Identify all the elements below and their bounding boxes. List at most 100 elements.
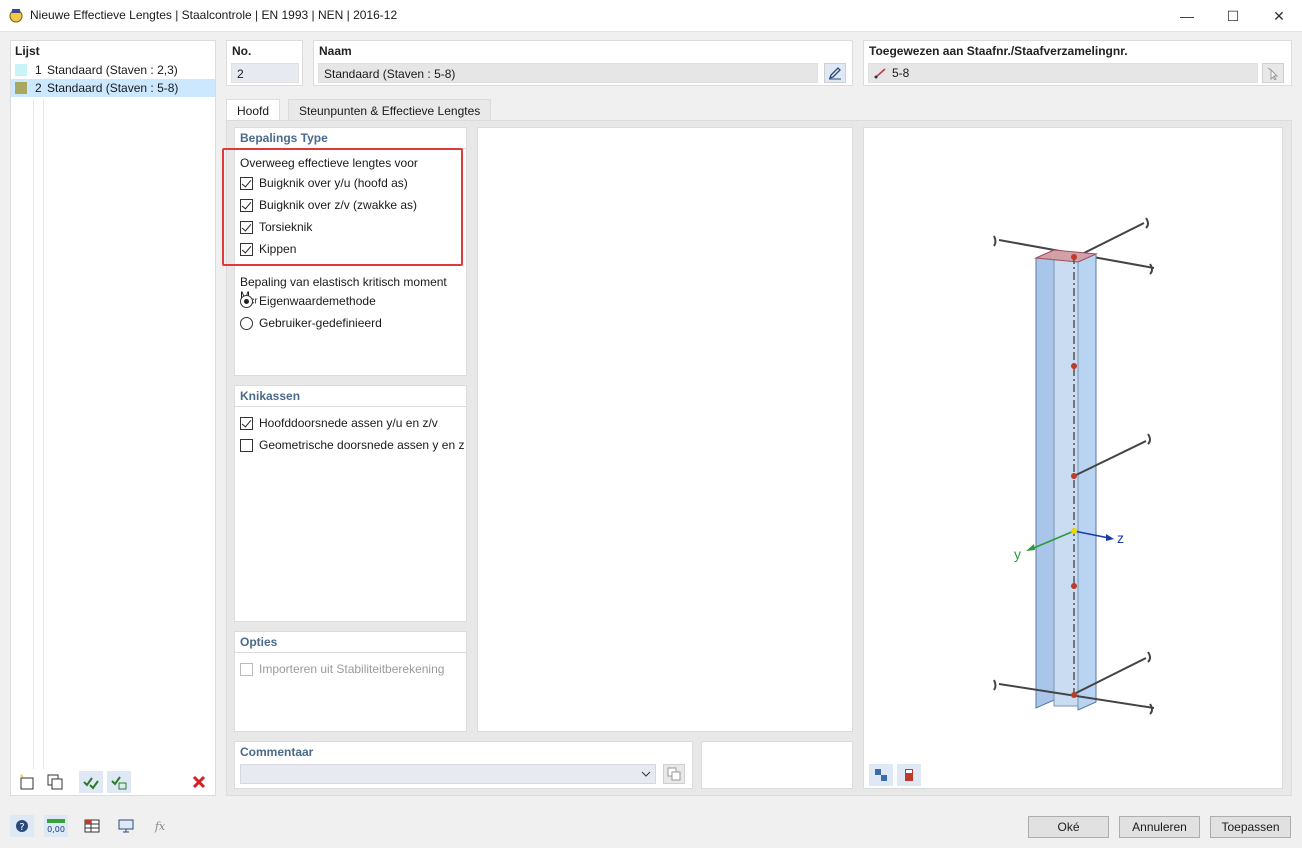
assigned-panel: Toegewezen aan Staafnr./Staafverzameling… — [863, 40, 1292, 86]
svg-text:fx: fx — [154, 820, 166, 833]
copy-icon — [667, 767, 681, 781]
column-graphic — [993, 217, 1155, 715]
name-panel: Naam Standaard (Staven : 5-8) — [313, 40, 853, 86]
number-panel: No. 2 — [226, 40, 303, 86]
help-button[interactable]: ? — [10, 815, 34, 837]
units-icon: 0,00 — [47, 819, 65, 834]
app-icon — [8, 7, 24, 23]
table-icon — [84, 819, 100, 833]
check-geometrische[interactable]: Geometrische doorsnede assen y en z — [240, 434, 464, 456]
ok-button[interactable]: Oké — [1028, 816, 1109, 838]
formula-button[interactable]: fx — [148, 815, 172, 837]
list-item-label: Standaard (Staven : 2,3) — [47, 63, 178, 77]
divider — [235, 652, 466, 653]
name-field[interactable]: Standaard (Staven : 5-8) — [318, 63, 818, 83]
select-members-button[interactable] — [1262, 63, 1284, 83]
copy-icon — [47, 774, 63, 790]
view-options-button[interactable] — [869, 764, 893, 786]
view-options-icon — [875, 769, 887, 781]
assigned-label: Toegewezen aan Staafnr./Staafverzameling… — [869, 44, 1128, 58]
tree-line — [33, 99, 34, 769]
number-field[interactable]: 2 — [231, 63, 299, 83]
check-all-button[interactable] — [79, 771, 103, 793]
radio-eigenwaarde[interactable]: Eigenwaardemethode — [240, 290, 376, 312]
checkbox[interactable] — [240, 438, 253, 452]
radio-gebruiker[interactable]: Gebruiker-gedefinieerd — [240, 312, 382, 334]
comment-dropdown[interactable] — [240, 764, 656, 784]
comment-copy-button[interactable] — [663, 764, 685, 784]
list-header: Lijst — [15, 44, 40, 58]
list-item-1[interactable]: 1 Standaard (Staven : 2,3) — [11, 61, 215, 79]
new-item-icon — [20, 774, 34, 790]
maximize-button[interactable]: ☐ — [1210, 0, 1256, 32]
radio-label: Gebruiker-gedefinieerd — [259, 316, 382, 330]
tab-label: Steunpunten & Effectieve Lengtes — [299, 104, 481, 118]
cursor-select-icon — [1267, 67, 1279, 80]
assigned-value: 5-8 — [892, 66, 910, 80]
minimize-icon: — — [1180, 8, 1194, 24]
units-button[interactable]: 0,00 — [44, 815, 68, 837]
maximize-icon: ☐ — [1226, 7, 1240, 24]
color-swatch — [15, 82, 27, 94]
list-item-number: 2 — [35, 81, 42, 95]
toggle-check-button[interactable] — [107, 771, 131, 793]
formula-icon: fx — [154, 820, 166, 833]
opties-section: Opties Importeren uit Stabiliteitbereken… — [234, 631, 467, 732]
minimize-button[interactable]: — — [1164, 0, 1210, 32]
copy-item-button[interactable] — [43, 771, 67, 793]
assigned-field[interactable]: 5-8 — [868, 63, 1258, 83]
list-item-2[interactable]: 2 Standaard (Staven : 5-8) — [11, 79, 215, 97]
knikassen-section: Knikassen Hoofddoorsnede assen y/u en z/… — [234, 385, 467, 622]
delete-icon — [192, 775, 206, 789]
y-axis-label: y — [1014, 546, 1021, 562]
tab-label: Hoofd — [237, 104, 270, 118]
radio-label: Eigenwaardemethode — [259, 294, 376, 308]
checkbox[interactable] — [240, 416, 253, 430]
checkbox-label: Hoofddoorsnede assen y/u en z/v — [259, 416, 438, 430]
list-item-label: Standaard (Staven : 5-8) — [47, 81, 179, 95]
tab-steunpunten[interactable]: Steunpunten & Effectieve Lengtes — [288, 99, 492, 121]
check-all-icon — [83, 777, 99, 790]
delete-button[interactable] — [187, 771, 211, 793]
svg-text:0,00: 0,00 — [47, 825, 65, 834]
list-item-number: 1 — [35, 63, 42, 77]
display-button[interactable] — [114, 815, 138, 837]
checkbox[interactable] — [240, 662, 253, 676]
middle-panel — [477, 127, 853, 732]
member-icon — [874, 68, 886, 79]
svg-text:?: ? — [19, 822, 24, 833]
edit-name-button[interactable] — [824, 63, 846, 83]
new-item-button[interactable] — [15, 771, 39, 793]
render-icon — [905, 769, 913, 781]
knikassen-header: Knikassen — [240, 389, 301, 403]
radio-button[interactable] — [240, 294, 253, 308]
render-button[interactable] — [897, 764, 921, 786]
chevron-down-icon — [641, 771, 651, 777]
color-swatch — [15, 64, 27, 76]
cancel-button[interactable]: Annuleren — [1119, 816, 1200, 838]
checkbox-label: Geometrische doorsnede assen y en z — [259, 438, 465, 452]
bepalings-header: Bepalings Type — [240, 131, 328, 145]
graphic-panel: y z — [863, 127, 1283, 789]
radio-button[interactable] — [240, 316, 253, 330]
check-hoofddoorsnede[interactable]: Hoofddoorsnede assen y/u en z/v — [240, 412, 438, 434]
check-importeren[interactable]: Importeren uit Stabiliteitberekening — [240, 658, 444, 680]
highlight-box — [222, 148, 463, 266]
tree-line — [43, 99, 44, 769]
name-label: Naam — [319, 44, 352, 58]
toggle-check-icon — [111, 776, 127, 790]
checkbox-label: Importeren uit Stabiliteitberekening — [259, 662, 445, 676]
window-title: Nieuwe Effectieve Lengtes | Staalcontrol… — [30, 8, 398, 22]
close-icon: ✕ — [1273, 7, 1285, 24]
monitor-icon — [118, 819, 134, 833]
commentaar-section: Commentaar — [234, 741, 693, 789]
close-button[interactable]: ✕ — [1256, 0, 1302, 32]
tab-hoofd[interactable]: Hoofd — [226, 99, 281, 121]
table-button[interactable] — [80, 815, 104, 837]
pencil-icon — [828, 67, 841, 80]
list-panel: Lijst 1 Standaard (Staven : 2,3) 2 Stand… — [10, 40, 216, 796]
divider — [235, 406, 466, 407]
title-bar: Nieuwe Effectieve Lengtes | Staalcontrol… — [0, 0, 1302, 32]
apply-button[interactable]: Toepassen — [1210, 816, 1291, 838]
number-label: No. — [232, 44, 252, 58]
